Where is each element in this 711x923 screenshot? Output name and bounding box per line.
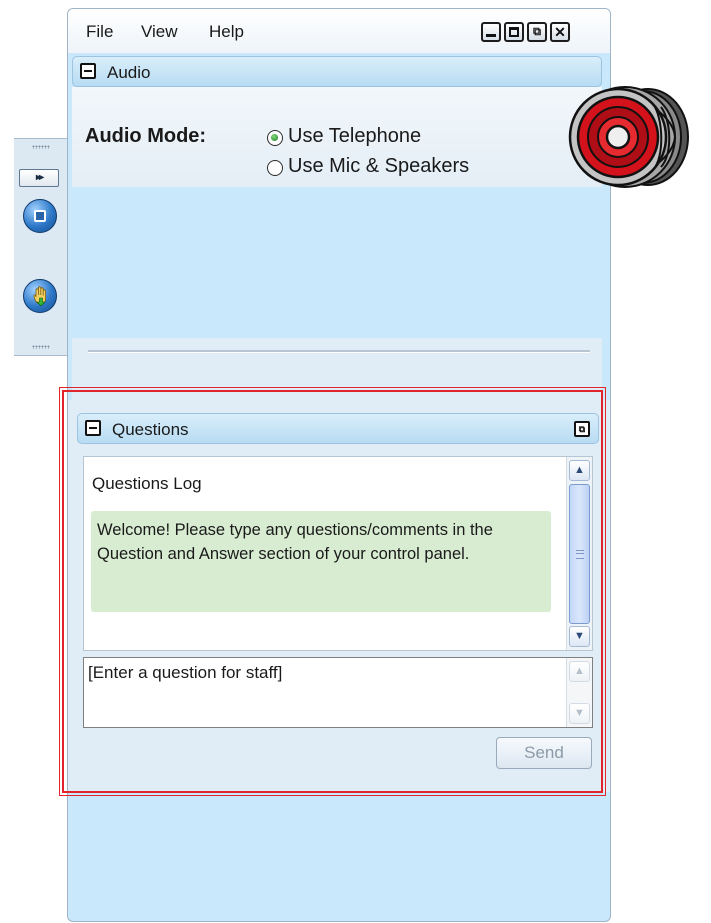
input-scroll-up-button[interactable]: ▲	[569, 661, 590, 682]
use-mic-speakers-radio[interactable]	[267, 160, 283, 176]
popout-icon: ⧉	[533, 26, 541, 38]
questions-popout-button[interactable]: ⧉	[574, 421, 590, 437]
menu-view[interactable]: View	[141, 22, 178, 42]
fast-forward-icon: ▸▸	[35, 172, 44, 183]
speaker-icon	[563, 82, 693, 192]
chevron-up-icon: ▲	[574, 665, 585, 677]
audio-panel-header: Audio	[72, 56, 602, 87]
raise-hand-icon	[31, 285, 51, 307]
audio-divider	[88, 350, 590, 353]
menu-help[interactable]: Help	[209, 22, 244, 42]
questions-panel: Questions ⧉ Questions Log Welcome! Pleas…	[68, 400, 610, 792]
maximize-button[interactable]	[504, 22, 524, 42]
collapse-audio-button[interactable]	[80, 63, 96, 79]
popout-icon: ⧉	[578, 424, 586, 434]
scroll-up-button[interactable]: ▲	[569, 460, 590, 481]
scroll-thumb[interactable]	[569, 484, 590, 624]
audio-panel-title: Audio	[107, 63, 151, 82]
menu-bar: File View Help ⧉ ✕	[68, 9, 610, 53]
questions-log-title: Questions Log	[92, 474, 202, 493]
question-input[interactable]: [Enter a question for staff] ▲ ▼	[83, 657, 593, 728]
input-scrollbar[interactable]: ▲ ▼	[566, 658, 592, 727]
minimize-icon	[486, 34, 496, 37]
window-toggle-button[interactable]	[23, 199, 57, 233]
use-telephone-label[interactable]: Use Telephone	[288, 125, 421, 148]
expand-panel-button[interactable]: ▸▸	[19, 169, 59, 187]
collapse-questions-button[interactable]	[85, 420, 101, 436]
window-icon	[34, 210, 46, 222]
audio-footer	[72, 338, 602, 408]
toolbar-grip-top[interactable]	[32, 145, 50, 149]
minimize-button[interactable]	[481, 22, 501, 42]
questions-panel-title: Questions	[112, 420, 189, 439]
welcome-message: Welcome! Please type any questions/comme…	[91, 511, 551, 612]
audio-panel: Audio Audio Mode: Use Telephone Use Mic …	[68, 53, 610, 408]
question-input-placeholder[interactable]: [Enter a question for staff]	[88, 663, 282, 683]
maximize-icon	[509, 27, 519, 37]
close-button[interactable]: ✕	[550, 22, 570, 42]
menu-file[interactable]: File	[86, 22, 113, 42]
send-button[interactable]: Send	[496, 737, 592, 769]
toolbar-grip-bottom[interactable]	[32, 345, 50, 349]
raise-hand-button[interactable]	[23, 279, 57, 313]
close-icon: ✕	[554, 24, 566, 40]
chevron-up-icon: ▲	[574, 464, 585, 476]
chevron-down-icon: ▼	[574, 707, 585, 719]
audio-mode-label: Audio Mode:	[85, 125, 207, 147]
chevron-down-icon: ▼	[574, 630, 585, 642]
input-scroll-down-button[interactable]: ▼	[569, 703, 590, 724]
use-mic-speakers-label[interactable]: Use Mic & Speakers	[288, 155, 469, 178]
side-toolbar: ▸▸	[14, 138, 68, 356]
use-telephone-radio[interactable]	[267, 130, 283, 146]
scroll-down-button[interactable]: ▼	[569, 626, 590, 647]
control-panel-window: File View Help ⧉ ✕ Audio Audio Mode: Use…	[67, 8, 611, 922]
questions-log: Questions Log Welcome! Please type any q…	[83, 456, 593, 651]
log-scrollbar[interactable]: ▲ ▼	[566, 457, 592, 650]
popout-button[interactable]: ⧉	[527, 22, 547, 42]
questions-panel-header: Questions ⧉	[77, 413, 599, 444]
